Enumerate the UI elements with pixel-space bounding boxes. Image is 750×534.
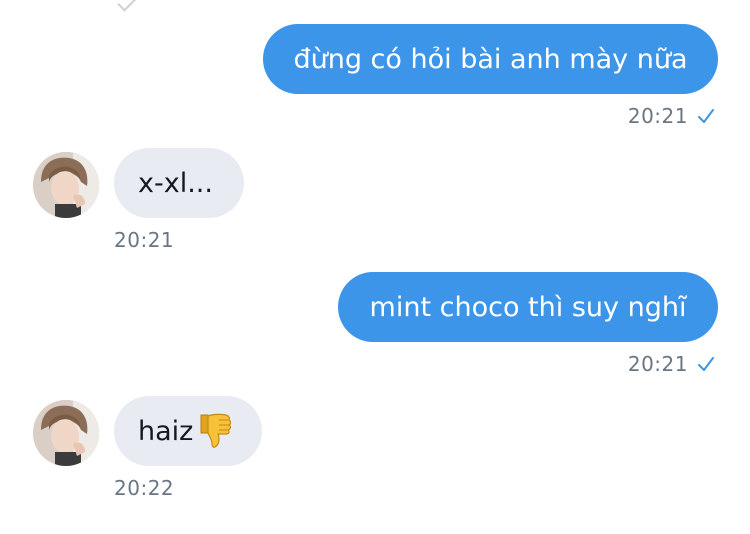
contact-avatar[interactable] — [33, 400, 99, 466]
avatar-image — [33, 152, 99, 218]
partial-status-icon — [117, 0, 139, 12]
thumbs-down-icon — [200, 413, 232, 448]
message-text: đừng có hỏi bài anh mày nữa — [293, 43, 688, 75]
read-check-icon — [698, 109, 714, 123]
message-text: x-xl... — [138, 167, 213, 199]
message-text: haiz — [138, 415, 194, 447]
message-meta: 20:21 — [628, 352, 716, 376]
outgoing-message-bubble[interactable]: mint choco thì suy nghĩ — [338, 272, 718, 342]
outgoing-message-bubble[interactable]: đừng có hỏi bài anh mày nữa — [263, 24, 718, 94]
message-meta: 20:21 — [628, 104, 716, 128]
incoming-message-bubble[interactable]: x-xl... — [114, 148, 244, 218]
message-time: 20:21 — [114, 228, 175, 252]
message-text: mint choco thì suy nghĩ — [369, 291, 687, 323]
message-time: 20:21 — [627, 352, 688, 376]
message-time: 20:22 — [114, 476, 175, 500]
message-time: 20:21 — [627, 104, 688, 128]
avatar-image — [33, 400, 99, 466]
incoming-message-bubble[interactable]: haiz — [114, 396, 262, 466]
read-check-icon — [698, 357, 714, 371]
contact-avatar[interactable] — [33, 152, 99, 218]
